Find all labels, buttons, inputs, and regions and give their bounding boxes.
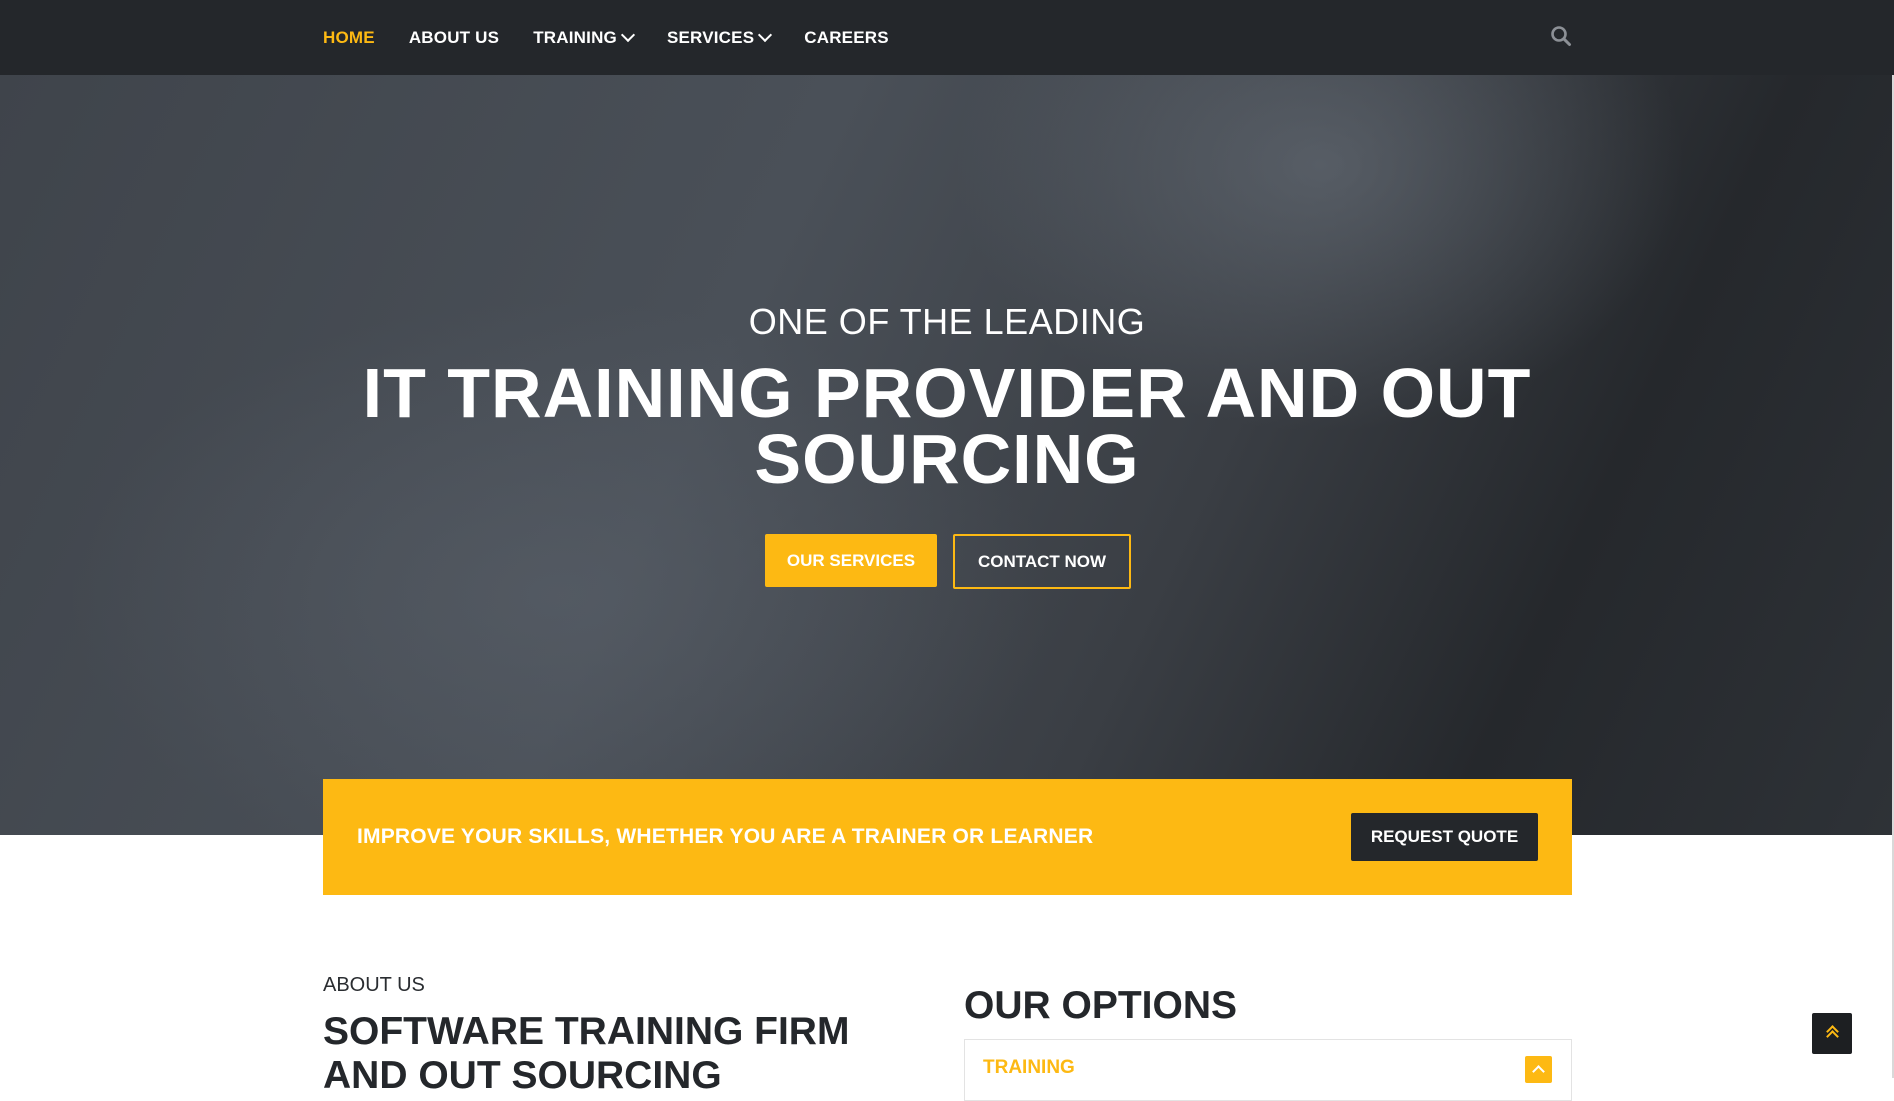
nav-item-label: CAREERS: [804, 27, 889, 47]
cta-text: IMPROVE YOUR SKILLS, WHETHER YOU ARE A T…: [357, 825, 1094, 848]
hero-title: IT TRAINING PROVIDER AND OUT SOURCING: [362, 354, 1532, 498]
request-quote-button[interactable]: REQUEST QUOTE: [1351, 813, 1538, 861]
cta-banner: IMPROVE YOUR SKILLS, WHETHER YOU ARE A T…: [323, 779, 1572, 895]
top-navbar: HOME ABOUT US TRAINING SERVICES CAREERS: [0, 0, 1894, 75]
hero-subtitle: ONE OF THE LEADING: [748, 301, 1146, 342]
our-services-button[interactable]: OUR SERVICES: [765, 534, 937, 587]
nav-menu: HOME ABOUT US TRAINING SERVICES CAREERS: [323, 0, 889, 75]
about-eyebrow: ABOUT US: [323, 974, 425, 996]
nav-item-about-us[interactable]: ABOUT US: [409, 28, 499, 48]
nav-item-label: SERVICES: [666, 27, 755, 47]
nav-item-home[interactable]: HOME: [323, 28, 375, 48]
chevron-down-icon: [758, 27, 773, 43]
nav-item-label: HOME: [323, 27, 375, 47]
about-title: SOFTWARE TRAINING FIRM AND OUT SOURCING: [323, 1010, 850, 1097]
chevron-down-icon: [620, 27, 636, 43]
accordion-label-training[interactable]: TRAINING: [983, 1057, 1075, 1079]
scroll-to-top-button[interactable]: [1812, 1013, 1852, 1054]
accordion-item: TRAINING: [964, 1039, 1572, 1101]
nav-item-label: ABOUT US: [408, 27, 500, 47]
nav-item-label: TRAINING: [533, 27, 617, 47]
options-title: OUR OPTIONS: [964, 984, 1238, 1027]
contact-now-button[interactable]: CONTACT NOW: [953, 534, 1131, 589]
nav-item-services[interactable]: SERVICES: [666, 27, 773, 48]
nav-item-training[interactable]: TRAINING: [533, 27, 636, 48]
search-icon[interactable]: [1550, 25, 1572, 47]
nav-item-careers[interactable]: CAREERS: [804, 28, 889, 48]
chevron-up-icon[interactable]: [1525, 1056, 1552, 1083]
